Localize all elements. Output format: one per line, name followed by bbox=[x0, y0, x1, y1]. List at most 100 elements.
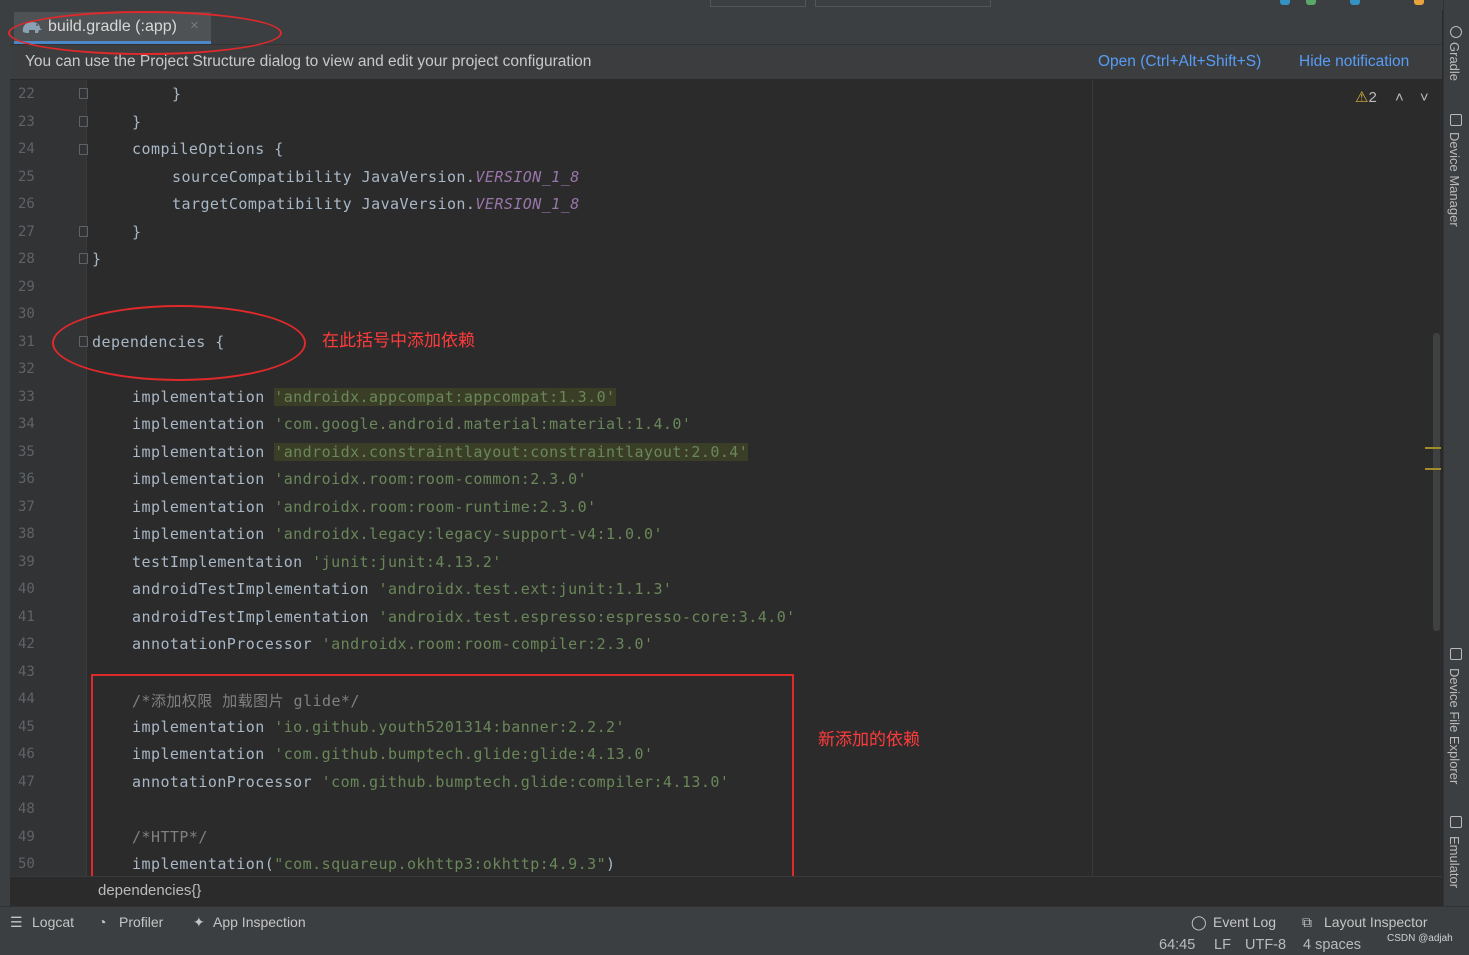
line-number: 48 bbox=[18, 801, 35, 817]
code-line-35[interactable]: implementation 'androidx.constraintlayou… bbox=[132, 443, 749, 461]
code-line-28[interactable]: } bbox=[92, 250, 101, 268]
line-number: 22 bbox=[18, 86, 35, 102]
line-number: 23 bbox=[18, 113, 35, 130]
left-tool-strip bbox=[0, 10, 10, 906]
scrollbar-thumb[interactable] bbox=[1433, 333, 1440, 631]
device-selector[interactable] bbox=[815, 0, 991, 7]
line-number: 24 bbox=[18, 141, 35, 157]
code-line-25[interactable]: sourceCompatibility JavaVersion.VERSION_… bbox=[172, 168, 580, 186]
run-configuration-selector[interactable] bbox=[710, 0, 806, 7]
tool-layout-inspector[interactable]: Layout Inspector bbox=[1324, 914, 1428, 930]
open-project-structure-link[interactable]: Open (Ctrl+Alt+Shift+S) bbox=[1098, 53, 1261, 71]
notification-text: You can use the Project Structure dialog… bbox=[25, 53, 592, 70]
line-number: 33 bbox=[18, 388, 35, 405]
event-log-icon: ◯ bbox=[1191, 914, 1207, 930]
code-line-38[interactable]: implementation 'androidx.legacy:legacy-s… bbox=[132, 525, 663, 543]
line-number: 30 bbox=[18, 306, 35, 322]
code-line-24[interactable]: compileOptions { bbox=[132, 140, 284, 158]
annotation-add-here: 在此括号中添加依赖 bbox=[322, 331, 475, 350]
breadcrumb[interactable]: dependencies{} bbox=[98, 882, 201, 899]
line-number: 37 bbox=[18, 498, 35, 515]
sync-icon[interactable] bbox=[1280, 0, 1290, 5]
line-number: 34 bbox=[18, 416, 35, 432]
warning-icon: ⚠ bbox=[1355, 89, 1369, 106]
code-line-42[interactable]: annotationProcessor 'androidx.room:room-… bbox=[132, 635, 653, 653]
inspection-widget[interactable]: ⚠2 ˄ ˅ bbox=[1355, 88, 1429, 106]
fold-marker[interactable] bbox=[79, 116, 88, 127]
line-number: 29 bbox=[18, 278, 35, 295]
annotation-ellipse-dependencies bbox=[52, 305, 306, 381]
line-number: 40 bbox=[18, 581, 35, 597]
annotation-ellipse-tab bbox=[8, 11, 282, 55]
tool-profiler[interactable]: Profiler bbox=[119, 914, 163, 930]
tool-device-file-explorer[interactable]: Device File Explorer bbox=[1447, 668, 1462, 784]
profiler-icon: ◔ bbox=[98, 914, 107, 930]
line-number: 28 bbox=[18, 251, 35, 267]
build-icon[interactable] bbox=[1306, 0, 1316, 5]
code-line-33[interactable]: implementation 'androidx.appcompat:appco… bbox=[132, 388, 616, 406]
fold-marker[interactable] bbox=[79, 144, 88, 155]
code-line-37[interactable]: implementation 'androidx.room:room-runti… bbox=[132, 498, 597, 516]
line-number: 41 bbox=[18, 608, 35, 625]
tool-gradle[interactable]: Gradle bbox=[1447, 42, 1462, 81]
device-manager-icon bbox=[1450, 114, 1462, 126]
code-line-27[interactable]: } bbox=[132, 223, 141, 241]
fold-marker[interactable] bbox=[79, 226, 88, 237]
line-number: 35 bbox=[18, 443, 35, 460]
tool-app-inspection[interactable]: App Inspection bbox=[213, 914, 306, 930]
code-line-23[interactable]: } bbox=[132, 113, 141, 131]
code-line-22[interactable]: } bbox=[172, 85, 181, 103]
layout-inspector-icon: ⧉ bbox=[1302, 914, 1312, 930]
line-number: 31 bbox=[18, 333, 35, 350]
code-line-39[interactable]: testImplementation 'junit:junit:4.13.2' bbox=[132, 553, 502, 571]
code-line-26[interactable]: targetCompatibility JavaVersion.VERSION_… bbox=[172, 195, 580, 213]
line-number: 45 bbox=[18, 718, 35, 735]
fold-marker[interactable] bbox=[79, 253, 88, 264]
line-number: 42 bbox=[18, 636, 35, 652]
caret-position[interactable]: 64:45 bbox=[1159, 937, 1195, 953]
csdn-watermark: CSDN @adjah bbox=[1387, 933, 1453, 944]
line-number: 32 bbox=[18, 361, 35, 377]
code-line-36[interactable]: implementation 'androidx.room:room-commo… bbox=[132, 470, 587, 488]
line-number: 25 bbox=[18, 168, 35, 185]
line-number: 38 bbox=[18, 526, 35, 542]
tool-device-manager[interactable]: Device Manager bbox=[1447, 132, 1462, 227]
code-line-41[interactable]: androidTestImplementation 'androidx.test… bbox=[132, 608, 796, 626]
device-file-explorer-icon bbox=[1450, 648, 1462, 660]
gutter-divider bbox=[86, 80, 87, 876]
emulator-icon bbox=[1450, 816, 1462, 828]
avatar-icon[interactable] bbox=[1414, 0, 1424, 5]
warning-stripe-marker[interactable] bbox=[1425, 447, 1441, 449]
next-highlight-icon[interactable]: ˅ bbox=[1420, 89, 1429, 106]
previous-highlight-icon[interactable]: ˄ bbox=[1395, 89, 1404, 106]
tool-emulator[interactable]: Emulator bbox=[1447, 836, 1462, 888]
annotation-new-deps: 新添加的依赖 bbox=[818, 730, 920, 749]
line-number: 50 bbox=[18, 856, 35, 872]
line-number: 36 bbox=[18, 471, 35, 487]
sdk-manager-icon[interactable] bbox=[1350, 0, 1360, 5]
line-number: 39 bbox=[18, 553, 35, 570]
line-number: 43 bbox=[18, 663, 35, 680]
tool-event-log[interactable]: Event Log bbox=[1213, 914, 1276, 930]
annotation-box-new-deps bbox=[91, 674, 794, 880]
gradle-icon bbox=[1450, 26, 1462, 38]
line-number: 27 bbox=[18, 223, 35, 240]
line-number: 46 bbox=[18, 746, 35, 762]
line-number: 44 bbox=[18, 691, 35, 707]
hide-notification-link[interactable]: Hide notification bbox=[1299, 53, 1409, 71]
code-line-34[interactable]: implementation 'com.google.android.mater… bbox=[132, 415, 691, 433]
right-margin-guide bbox=[1092, 80, 1093, 876]
file-encoding[interactable]: UTF-8 bbox=[1245, 937, 1286, 953]
line-number: 47 bbox=[18, 773, 35, 790]
warning-count: 2 bbox=[1368, 89, 1377, 106]
breadcrumb-bar bbox=[10, 876, 1442, 907]
app-inspection-icon: ✦ bbox=[193, 914, 205, 930]
line-separator[interactable]: LF bbox=[1214, 937, 1231, 953]
warning-stripe-marker[interactable] bbox=[1425, 468, 1441, 470]
code-line-40[interactable]: androidTestImplementation 'androidx.test… bbox=[132, 580, 672, 598]
line-number: 49 bbox=[18, 828, 35, 845]
fold-marker[interactable] bbox=[79, 88, 88, 99]
indent-setting[interactable]: 4 spaces bbox=[1303, 937, 1361, 953]
logcat-icon: ☰ bbox=[10, 914, 23, 930]
tool-logcat[interactable]: Logcat bbox=[32, 914, 74, 930]
